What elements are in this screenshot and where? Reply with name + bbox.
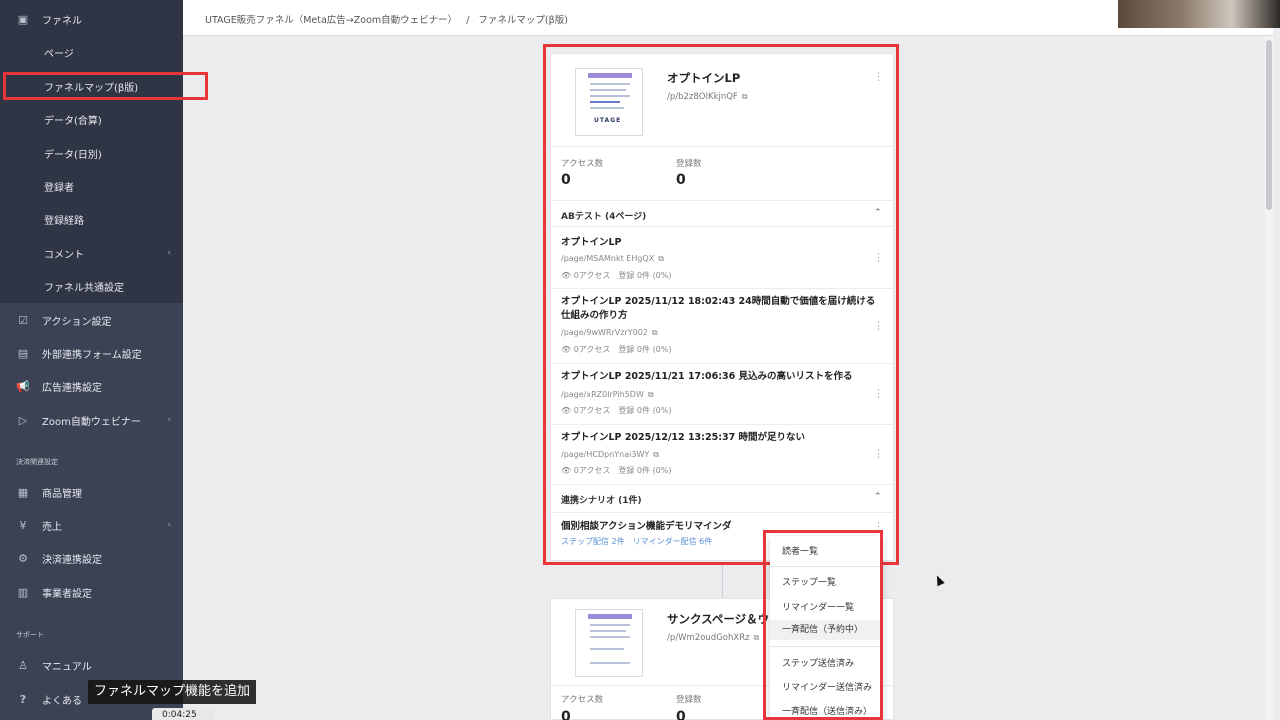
checkbox-icon: ☑ [18, 313, 28, 327]
breadcrumb: UTAGE販売ファネル（Meta広告→Zoom自動ウェビナー） / ファネルマッ… [205, 12, 568, 26]
form-icon: ▤ [17, 346, 29, 360]
sidebar-item-action-settings[interactable]: ☑ アクション設定 [0, 305, 183, 335]
sidebar-subitem-comments[interactable]: コメント ‹ [0, 238, 183, 268]
sidebar-subitem-funnel-settings[interactable]: ファネル共通設定 [0, 271, 183, 301]
sidebar-section-payment: 決済関連設定 [16, 458, 58, 466]
sidebar-section-support: サポート [16, 631, 44, 639]
page-thumbnail[interactable] [575, 609, 643, 677]
highlight-funnel-map-item [3, 72, 208, 100]
sidebar-subitem-registrants[interactable]: 登録者 [0, 171, 183, 201]
person-icon: ♙ [18, 658, 28, 672]
breadcrumb-current: ファネルマップ(β版) [478, 15, 568, 26]
registration-count-value: 0 [676, 709, 686, 720]
chevron-left-icon: ‹ [167, 415, 171, 425]
video-timecode: 0:04:25 [152, 708, 214, 720]
sidebar-item-ad-settings[interactable]: 📢 広告連携設定 [0, 371, 183, 401]
sidebar-item-sales[interactable]: ¥ 売上 ‹ [0, 510, 183, 540]
step-path: /p/Wm2oudGohXRz ⧉ [667, 633, 760, 643]
video-caption: ファネルマップ機能を追加 [88, 680, 257, 704]
sidebar-item-manual[interactable]: ♙ マニュアル [0, 650, 183, 680]
play-icon: ▷ [18, 413, 28, 427]
sidebar-item-business-settings[interactable]: ▥ 事業者設定 [0, 577, 183, 607]
sidebar-subitem-registration-route[interactable]: 登録経路 [0, 204, 183, 234]
funnel-connector-line [722, 565, 723, 598]
sidebar: ▣ ファネル ページ ファネルマップ(β版) データ(合算) データ(日別) 登… [0, 0, 183, 720]
step-title: サンクスページ＆ウ [667, 612, 770, 626]
webcam-overlay [1118, 0, 1280, 28]
gear-icon: ⚙ [18, 551, 28, 565]
access-count-value: 0 [561, 709, 571, 720]
highlight-card [543, 44, 899, 565]
top-bar: UTAGE販売ファネル（Meta広告→Zoom自動ウェビナー） / ファネルマッ… [183, 0, 1273, 36]
sidebar-subitem-data-total[interactable]: データ(合算) [0, 104, 183, 134]
building-icon: ▥ [17, 585, 29, 599]
question-icon: ? [19, 692, 27, 706]
access-count-label: アクセス数 [561, 695, 604, 705]
scrollbar-thumb[interactable] [1266, 40, 1272, 210]
sidebar-item-zoom-webinar[interactable]: ▷ Zoom自動ウェビナー ‹ [0, 405, 183, 435]
breadcrumb-funnel-link[interactable]: UTAGE販売ファネル（Meta広告→Zoom自動ウェビナー） [205, 15, 457, 26]
box-icon: ▦ [17, 485, 29, 499]
layers-icon: ▣ [17, 12, 29, 26]
yen-icon: ¥ [19, 518, 27, 532]
breadcrumb-separator: / [466, 15, 470, 26]
sidebar-subitem-data-daily[interactable]: データ(日別) [0, 138, 183, 168]
chevron-left-icon: ‹ [167, 248, 171, 258]
mouse-cursor [933, 573, 945, 587]
sidebar-subitem-pages[interactable]: ページ [0, 37, 183, 67]
sidebar-item-external-form[interactable]: ▤ 外部連携フォーム設定 [0, 338, 183, 368]
sidebar-item-funnel[interactable]: ▣ ファネル [0, 4, 183, 34]
megaphone-icon: 📢 [16, 379, 30, 393]
registration-count-label: 登録数 [676, 695, 702, 705]
highlight-menu [763, 530, 883, 720]
copy-icon[interactable]: ⧉ [754, 633, 760, 643]
sidebar-item-payment-integration[interactable]: ⚙ 決済連携設定 [0, 543, 183, 573]
chevron-left-icon: ‹ [167, 520, 171, 530]
sidebar-item-products[interactable]: ▦ 商品管理 [0, 477, 183, 507]
